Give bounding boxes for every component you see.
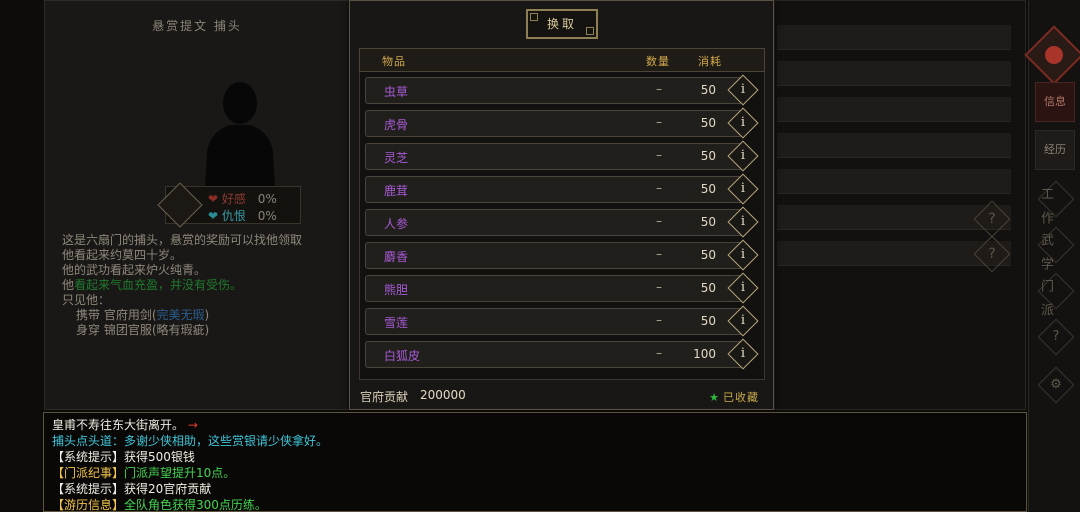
item-cost: 50	[700, 182, 716, 196]
item-cost: 50	[700, 215, 716, 229]
exchange-item-row[interactable]: 麝香 – 50 i	[365, 239, 759, 271]
dialog-footer: 官府贡献 200000 ★ 已收藏	[360, 388, 765, 406]
heart-icon: ❤	[208, 209, 219, 223]
arrow-icon: →	[187, 418, 198, 432]
exchange-item-row[interactable]: 人参 – 50 i	[365, 206, 759, 238]
item-name: 虎骨	[384, 118, 409, 132]
column-item: 物品	[382, 55, 406, 68]
tab-history[interactable]: 经历	[1035, 130, 1075, 170]
item-qty: –	[656, 280, 662, 294]
info-icon[interactable]: i	[727, 272, 759, 304]
info-icon[interactable]: i	[727, 107, 759, 139]
table-header: 物品 数量 消耗	[359, 48, 765, 72]
info-icon[interactable]: i	[727, 338, 759, 370]
info-icon[interactable]: i	[727, 173, 759, 205]
item-cost: 50	[700, 248, 716, 262]
item-cost: 50	[700, 281, 716, 295]
info-icon[interactable]: i	[727, 305, 759, 337]
exchange-item-row[interactable]: 熊胆 – 50 i	[365, 272, 759, 304]
exchange-item-row[interactable]: 白狐皮 – 100 i	[365, 338, 759, 370]
collected-toggle[interactable]: ★ 已收藏	[709, 389, 759, 405]
exchange-list[interactable]: 虫草 – 50 i 虎骨 – 50 i 灵芝 – 50 i 鹿茸 – 50 i 人参 – 50 i 麝香 – 50 i 熊胆 – 5…	[359, 72, 765, 380]
info-icon[interactable]: i	[727, 74, 759, 106]
relation-box: ❤ 好感 0% ❤ 仇恨 0%	[157, 182, 301, 228]
item-qty: –	[656, 313, 662, 327]
npc-description: 这是六扇门的捕头，悬赏的奖励可以找他领取 他看起来约莫四十岁。 他的武功看起来炉…	[62, 233, 303, 337]
exchange-item-row[interactable]: 虎骨 – 50 i	[365, 107, 759, 139]
info-icon[interactable]: i	[727, 140, 759, 172]
star-icon: ★	[709, 391, 720, 404]
item-cost: 50	[700, 149, 716, 163]
exchange-item-row[interactable]: 鹿茸 – 50 i	[365, 173, 759, 205]
item-name: 灵芝	[384, 151, 409, 165]
item-qty: –	[656, 148, 662, 162]
column-cost: 消耗	[698, 55, 722, 68]
relation-emblem-icon	[157, 182, 203, 228]
item-cost: 50	[700, 314, 716, 328]
exchange-dialog: 换取 物品 数量 消耗 虫草 – 50 i 虎骨 – 50 i 灵芝 – 50 i 鹿茸 – 50 i 人参 – 5…	[349, 0, 774, 410]
exchange-item-row[interactable]: 虫草 – 50 i	[365, 74, 759, 106]
item-name: 麝香	[384, 250, 409, 264]
tab-info[interactable]: 信息	[1035, 82, 1075, 122]
message-log[interactable]: 皇甫不寿往东大街离开。 → 捕头点头道：多谢少侠相助，这些赏银请少侠拿好。 【系…	[43, 412, 1027, 512]
log-line: 【系统提示】获得20官府贡献	[52, 482, 212, 496]
column-qty: 数量	[646, 55, 670, 68]
info-icon[interactable]: i	[727, 206, 759, 238]
item-cost: 100	[693, 347, 716, 361]
item-qty: –	[656, 346, 662, 360]
favor-row: ❤ 好感 0%	[208, 192, 277, 206]
contribution-label: 官府贡献	[360, 390, 409, 404]
dialog-title: 换取	[526, 9, 598, 39]
npc-title: 悬赏提文 捕头	[152, 19, 242, 33]
npc-silhouette	[205, 82, 275, 189]
exchange-item-row[interactable]: 灵芝 – 50 i	[365, 140, 759, 172]
background-list: ? ?	[774, 0, 1026, 410]
log-line: 【门派纪事】门派声望提升10点。	[52, 466, 236, 480]
info-icon[interactable]: i	[727, 239, 759, 271]
hatred-row: ❤ 仇恨 0%	[208, 209, 277, 223]
item-qty: –	[656, 247, 662, 261]
log-line: 皇甫不寿往东大街离开。 →	[52, 418, 198, 432]
heart-icon: ❤	[208, 192, 219, 206]
log-line: 【游历信息】全队角色获得300点历练。	[52, 498, 267, 512]
item-qty: –	[656, 82, 662, 96]
item-qty: –	[656, 181, 662, 195]
character-emblem-icon[interactable]	[1024, 25, 1080, 85]
item-name: 人参	[384, 217, 409, 231]
work-icon[interactable]: 工作	[1037, 180, 1075, 226]
item-name: 熊胆	[384, 283, 409, 297]
settings-icon[interactable]: ⚙	[1037, 366, 1075, 404]
item-qty: –	[656, 115, 662, 129]
item-name: 雪莲	[384, 316, 409, 330]
martial-arts-icon[interactable]: 武学	[1037, 226, 1075, 272]
item-name: 虫草	[384, 85, 409, 99]
npc-panel: 悬赏提文 捕头 ❤ 好感 0% ❤ 仇恨 0%	[44, 0, 350, 410]
exchange-item-row[interactable]: 雪莲 – 50 i	[365, 305, 759, 337]
log-line: 捕头点头道：多谢少侠相助，这些赏银请少侠拿好。	[52, 434, 329, 448]
item-qty: –	[656, 214, 662, 228]
log-line: 【系统提示】获得500银钱	[52, 450, 195, 464]
help-icon[interactable]: ?	[1037, 318, 1075, 356]
item-cost: 50	[700, 83, 716, 97]
item-cost: 50	[700, 116, 716, 130]
item-name: 白狐皮	[384, 349, 421, 363]
contribution-value: 200000	[420, 388, 466, 402]
sect-icon[interactable]: 门派	[1037, 272, 1075, 318]
item-name: 鹿茸	[384, 184, 409, 198]
side-nav: 信息 经历 工作 武学 门派 ? ⚙	[1024, 0, 1080, 512]
